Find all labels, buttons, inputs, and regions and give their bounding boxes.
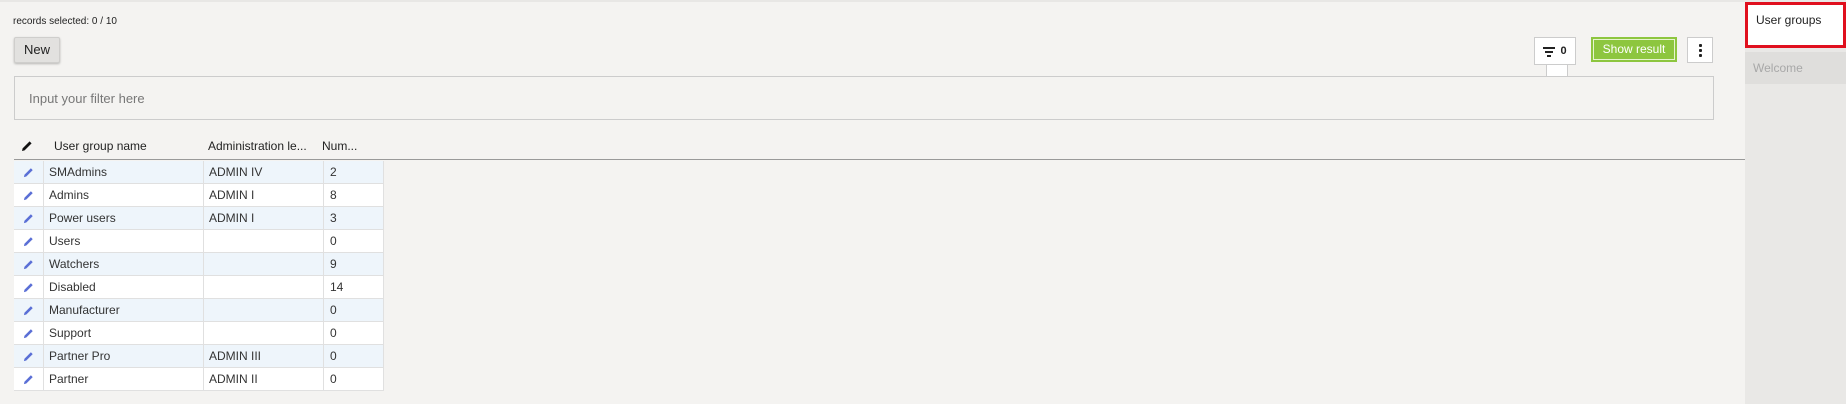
filter-field[interactable]	[14, 76, 1714, 120]
administration-level-cell: ADMIN I	[204, 184, 324, 206]
main-panel: records selected: 0 / 10 New 0 Show resu…	[0, 0, 1745, 404]
number-cell: 0	[324, 322, 384, 344]
edit-row-button[interactable]	[14, 207, 44, 229]
edit-row-button[interactable]	[14, 276, 44, 298]
edit-row-button[interactable]	[14, 253, 44, 275]
user-group-name-cell: Partner Pro	[44, 345, 204, 367]
administration-level-cell	[204, 230, 324, 252]
user-group-name-cell: Watchers	[44, 253, 204, 275]
show-result-button[interactable]: Show result	[1591, 37, 1677, 62]
pencil-icon	[23, 236, 33, 246]
administration-level-cell: ADMIN IV	[204, 161, 324, 183]
filter-input[interactable]	[15, 77, 1713, 119]
user-group-name-cell: Partner	[44, 368, 204, 390]
grid-body: SMAdmins ADMIN IV 2 Admins ADMIN I 8 Pow…	[14, 161, 384, 391]
edit-row-button[interactable]	[14, 299, 44, 321]
pencil-icon	[23, 167, 33, 177]
user-group-name-cell: Disabled	[44, 276, 204, 298]
pencil-icon	[23, 213, 33, 223]
pencil-icon	[23, 351, 33, 361]
table-row[interactable]: Partner Pro ADMIN III 0	[14, 345, 384, 368]
edit-row-button[interactable]	[14, 322, 44, 344]
number-cell: 0	[324, 345, 384, 367]
administration-level-cell	[204, 253, 324, 275]
table-row[interactable]: Watchers 9	[14, 253, 384, 276]
filter-count: 0	[1560, 45, 1567, 57]
administration-level-cell	[204, 322, 324, 344]
administration-level-cell	[204, 276, 324, 298]
number-cell: 0	[324, 299, 384, 321]
pencil-icon	[23, 190, 33, 200]
number-cell: 0	[324, 368, 384, 390]
right-sidebar: User groups Welcome	[1745, 0, 1846, 404]
number-cell: 2	[324, 161, 384, 183]
filter-icon	[1543, 46, 1556, 57]
header-divider	[1714, 159, 1745, 160]
edit-column-header	[14, 140, 40, 152]
kebab-vertical-icon	[1698, 43, 1702, 47]
administration-level-cell	[204, 299, 324, 321]
user-group-name-cell: Power users	[44, 207, 204, 229]
table-row[interactable]: Power users ADMIN I 3	[14, 207, 384, 230]
pencil-icon	[22, 141, 32, 151]
table-row[interactable]: Users 0	[14, 230, 384, 253]
edit-row-button[interactable]	[14, 184, 44, 206]
sidebar-item-user-groups[interactable]: User groups	[1745, 2, 1846, 48]
records-selected-text: records selected: 0 / 10	[13, 16, 117, 27]
grid-header: User group name Administration le... Num…	[14, 133, 1714, 160]
user-group-name-cell: SMAdmins	[44, 161, 204, 183]
column-header-administration-level[interactable]: Administration le...	[194, 139, 314, 153]
user-group-name-cell: Support	[44, 322, 204, 344]
user-group-name-cell: Manufacturer	[44, 299, 204, 321]
column-header-user-group-name[interactable]: User group name	[40, 139, 194, 153]
pencil-icon	[23, 328, 33, 338]
more-options-button[interactable]	[1687, 37, 1713, 63]
table-row[interactable]: Support 0	[14, 322, 384, 345]
administration-level-cell: ADMIN I	[204, 207, 324, 229]
number-cell: 0	[324, 230, 384, 252]
edit-row-button[interactable]	[14, 345, 44, 367]
number-cell: 14	[324, 276, 384, 298]
table-row[interactable]: SMAdmins ADMIN IV 2	[14, 161, 384, 184]
filter-toggle-button[interactable]: 0	[1534, 37, 1576, 65]
user-group-name-cell: Users	[44, 230, 204, 252]
pencil-icon	[23, 282, 33, 292]
number-cell: 3	[324, 207, 384, 229]
user-group-name-cell: Admins	[44, 184, 204, 206]
administration-level-cell: ADMIN II	[204, 368, 324, 390]
pencil-icon	[23, 305, 33, 315]
pencil-icon	[23, 374, 33, 384]
table-row[interactable]: Partner ADMIN II 0	[14, 368, 384, 391]
number-cell: 8	[324, 184, 384, 206]
column-header-number[interactable]: Num...	[314, 139, 364, 153]
edit-row-button[interactable]	[14, 368, 44, 390]
table-row[interactable]: Disabled 14	[14, 276, 384, 299]
pencil-icon	[23, 259, 33, 269]
edit-row-button[interactable]	[14, 161, 44, 183]
number-cell: 9	[324, 253, 384, 275]
table-row[interactable]: Admins ADMIN I 8	[14, 184, 384, 207]
table-row[interactable]: Manufacturer 0	[14, 299, 384, 322]
show-result-label: Show result	[1593, 39, 1675, 60]
edit-row-button[interactable]	[14, 230, 44, 252]
new-button[interactable]: New	[14, 37, 60, 63]
sidebar-item-welcome[interactable]: Welcome	[1745, 52, 1846, 84]
administration-level-cell: ADMIN III	[204, 345, 324, 367]
